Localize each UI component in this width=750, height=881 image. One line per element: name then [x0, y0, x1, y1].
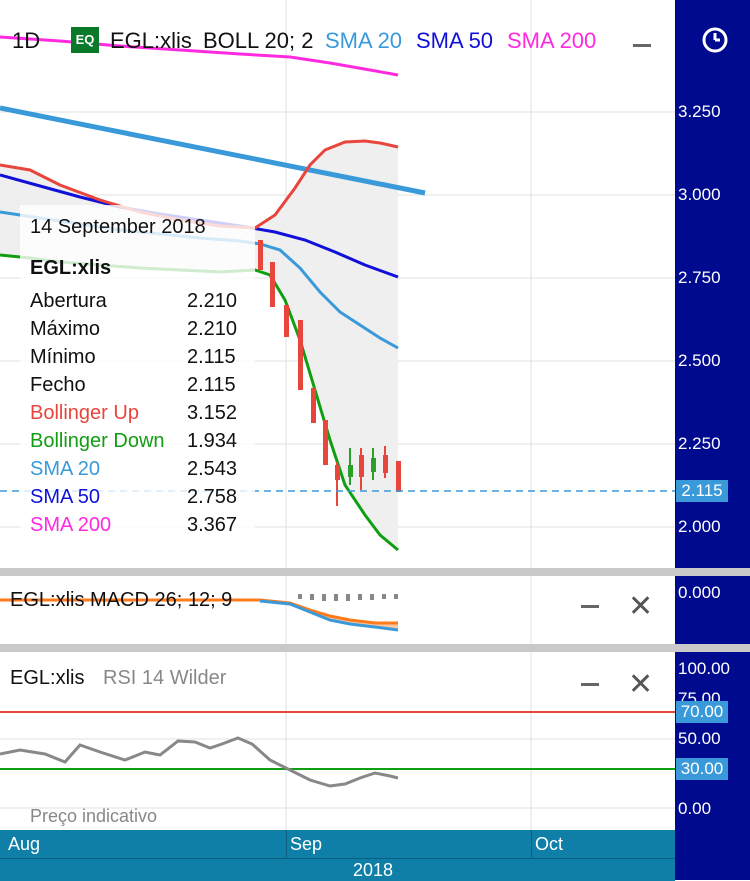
month-divider — [531, 830, 532, 858]
macd-bar — [346, 594, 350, 601]
tooltip-value: 2.210 — [187, 318, 238, 340]
sma200-label: SMA 200 — [507, 28, 597, 53]
tooltip-label: SMA 200 — [30, 514, 112, 536]
tooltip-value: 2.758 — [187, 486, 238, 508]
tooltip-label: SMA 20 — [30, 458, 101, 480]
symbol-label: EGL:xlis — [110, 28, 192, 53]
indicative-price-note: Preço indicativo — [30, 806, 158, 826]
tooltip-label: Fecho — [30, 374, 86, 396]
rsi-tick: 0.00 — [678, 799, 712, 818]
tooltip-label: Mínimo — [30, 346, 96, 368]
minimize-icon[interactable] — [633, 44, 651, 47]
minimize-icon[interactable] — [581, 605, 599, 608]
close-icon[interactable]: ✕ — [628, 592, 653, 622]
tooltip-label: Bollinger Down — [30, 430, 165, 452]
macd-bar — [382, 594, 386, 599]
price-tick: 3.250 — [678, 102, 721, 121]
macd-bar — [370, 594, 374, 600]
x-axis-year-bar[interactable] — [0, 858, 675, 881]
rsi-tick: 100.00 — [678, 659, 730, 678]
price-tick: 2.000 — [678, 517, 721, 536]
macd-tick: 0.000 — [678, 583, 721, 602]
candle — [323, 420, 328, 465]
clock-icon[interactable] — [700, 25, 730, 55]
macd-bar — [334, 594, 338, 601]
macd-bar — [298, 594, 302, 599]
candle — [284, 305, 289, 337]
month-label: Aug — [8, 834, 41, 854]
current-price-badge: 2.115 — [676, 480, 728, 502]
tooltip-label: SMA 50 — [30, 486, 101, 508]
month-divider — [286, 830, 287, 858]
tooltip-value: 2.115 — [187, 374, 236, 396]
rsi-upper-badge: 70.00 — [676, 701, 728, 723]
macd-title: EGL:xlis MACD 26; 12; 9 — [10, 589, 233, 611]
rsi-symbol: EGL:xlis — [10, 667, 85, 689]
month-label: Sep — [290, 834, 323, 854]
rsi-lower-badge: 30.00 — [676, 758, 728, 780]
tooltip-value: 2.115 — [187, 346, 236, 368]
tooltip-value: 3.367 — [187, 514, 238, 536]
rsi-line — [0, 736, 399, 788]
boll-label: BOLL 20; 2 — [203, 28, 314, 53]
sma50-label: SMA 50 — [416, 28, 494, 53]
price-tick: 2.500 — [678, 351, 721, 370]
minimize-icon[interactable] — [581, 683, 599, 686]
tooltip-date: 14 September 2018 — [30, 216, 206, 238]
timeframe-label[interactable]: 1D — [12, 28, 40, 54]
candle — [396, 461, 401, 492]
price-tick: 2.750 — [678, 268, 721, 287]
tooltip-value: 2.543 — [187, 458, 238, 480]
tooltip-label: Máximo — [30, 318, 101, 340]
candle — [348, 465, 353, 477]
price-tick: 3.000 — [678, 185, 721, 204]
macd-histogram — [298, 594, 398, 601]
year-label: 2018 — [353, 860, 394, 880]
close-icon[interactable]: ✕ — [628, 670, 653, 700]
price-tick: 2.250 — [678, 434, 721, 453]
macd-bar — [322, 594, 326, 601]
macd-bar — [358, 594, 362, 600]
candle — [258, 240, 263, 270]
candle — [311, 388, 316, 423]
macd-bar — [310, 594, 314, 600]
rsi-title: RSI 14 Wilder — [103, 667, 227, 689]
tooltip-value: 1.934 — [187, 430, 238, 452]
tooltip-value: 2.210 — [187, 290, 238, 312]
candle — [335, 465, 340, 480]
candle — [371, 458, 376, 472]
macd-bar — [394, 594, 398, 599]
eq-badge: EQ — [71, 27, 99, 53]
rsi-tick: 50.00 — [678, 729, 721, 748]
x-axis[interactable] — [0, 830, 675, 858]
candle — [359, 455, 364, 477]
tooltip-symbol: EGL:xlis — [30, 257, 112, 279]
month-label: Oct — [535, 834, 564, 854]
candle — [270, 262, 275, 307]
candle — [383, 455, 388, 473]
tooltip-label: Bollinger Up — [30, 402, 139, 424]
tooltip-value: 3.152 — [187, 402, 238, 424]
tooltip-label: Abertura — [30, 290, 107, 312]
candle — [298, 320, 303, 390]
sma20-label: SMA 20 — [325, 28, 403, 53]
